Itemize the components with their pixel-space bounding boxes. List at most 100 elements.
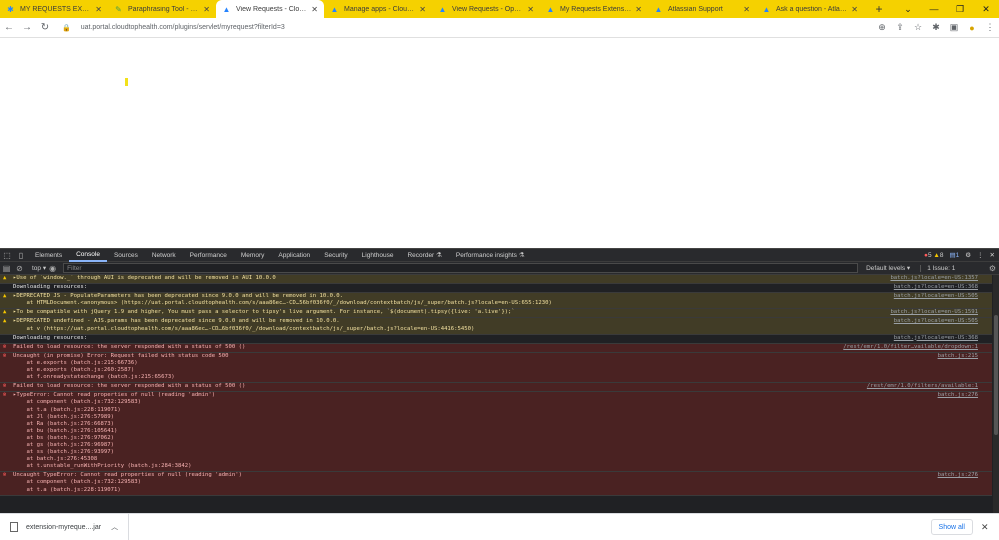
error-count-badge[interactable]: ●5 ▲8 (924, 252, 943, 259)
close-tab-icon[interactable]: ✕ (743, 5, 750, 14)
share-icon[interactable]: ⇪ (891, 22, 909, 33)
source-link[interactable]: batch.js:215 (938, 353, 978, 360)
settings-gear-icon[interactable]: ⚙ (965, 251, 971, 259)
console-message: ▲ ▸DEPRECATED undefined - AJS.params has … (0, 318, 992, 335)
browser-tab[interactable]: ▲ Atlassian Support ✕ (648, 0, 756, 18)
devtools-tab[interactable]: Security (317, 249, 354, 262)
browser-tab[interactable]: ▲ My Requests Extension fo✕ (540, 0, 648, 18)
devtools-tab[interactable]: Elements (28, 249, 69, 262)
info-count-badge[interactable]: ▤1 (949, 251, 959, 259)
console-message-text: ▸DEPRECATED undefined - AJS.params has b… (13, 318, 475, 332)
filter-input[interactable]: Filter (63, 263, 859, 273)
browser-tab[interactable]: ▲ View Requests - Cloudtop✕ (216, 0, 324, 18)
new-tab-button[interactable]: + (870, 2, 888, 16)
warning-icon: ▲ (3, 318, 7, 325)
back-icon[interactable]: ← (0, 22, 18, 33)
issues-badge[interactable]: 1 Issue: 1 (920, 264, 955, 272)
sidebar-toggle-icon[interactable]: ▤ (0, 264, 13, 273)
console-message-text: Downloading resources: (13, 334, 88, 341)
close-tab-icon[interactable]: ✕ (311, 5, 318, 14)
devtools-tab[interactable]: Sources (107, 249, 145, 262)
source-link[interactable]: batch.js:276 (938, 392, 978, 399)
devtools-tab[interactable]: Performance (183, 249, 234, 262)
atlassian-icon: ▲ (222, 4, 231, 14)
devtools-tab[interactable]: Recorder ⚗ (400, 249, 448, 262)
tab-title: Paraphrasing Tool - QuillBot (128, 5, 200, 13)
source-link[interactable]: batch.js?locale=en-US:505 (894, 293, 978, 300)
source-link[interactable]: batch.js?locale=en-US:1357 (890, 275, 978, 282)
show-all-button[interactable]: Show all (930, 519, 973, 535)
warning-icon: ▲ (3, 293, 7, 300)
console-scrollbar[interactable] (993, 275, 999, 513)
browser-tab[interactable]: ✱ MY REQUESTS EXTENSION✕ (0, 0, 108, 18)
source-link[interactable]: batch.js:276 (938, 472, 978, 479)
console-message: ▲ ▸DEPRECATED JS - PopulateParameters has… (0, 293, 992, 310)
clear-console-icon[interactable]: ⊘ (13, 264, 26, 273)
browser-tab[interactable]: ▲ Ask a question - Atlassian ✕ (756, 0, 864, 18)
console-message: ⊗ Uncaught (in promise) Error: Request fa… (0, 352, 992, 384)
devtools-tab[interactable]: Memory (234, 249, 271, 262)
sidepanel-icon[interactable]: ▣ (945, 22, 963, 33)
zoom-icon[interactable]: ⊕ (873, 22, 891, 33)
devtools-tab[interactable]: Performance insights ⚗ (449, 249, 532, 262)
context-selector[interactable]: top ▾ (32, 264, 46, 272)
download-item[interactable]: extension-myreque....jar ︿ (10, 513, 130, 540)
close-devtools-icon[interactable]: ✕ (990, 251, 995, 259)
quillbot-icon: ✎ (115, 4, 122, 14)
browser-tab[interactable]: ✎ Paraphrasing Tool - QuillBot✕ (108, 0, 216, 18)
devtools-tab[interactable]: Network (145, 249, 183, 262)
close-download-bar-icon[interactable]: ✕ (981, 522, 995, 533)
browser-tab[interactable]: ▲ Manage apps - Cloudtop ✕ (324, 0, 432, 18)
tab-title: Manage apps - Cloudtop (344, 5, 417, 13)
minimize-icon[interactable]: — (921, 4, 947, 14)
reload-icon[interactable]: ↻ (36, 22, 54, 33)
extensions-icon[interactable]: ✱ (927, 22, 945, 33)
forward-icon[interactable]: → (18, 22, 36, 33)
tab-search-icon[interactable]: ⌄ (895, 4, 921, 15)
devtools-tab[interactable]: Console (69, 249, 107, 262)
console-message: ▲ ▸Use of `window._` through AUI is depre… (0, 275, 992, 285)
url-field[interactable]: 🔒 uat.portal.cloudtophealth.com/plugins/… (62, 20, 873, 36)
close-tab-icon[interactable]: ✕ (419, 5, 426, 14)
source-link[interactable]: batch.js?locale=en-US:505 (894, 318, 978, 325)
tab-title: View Requests - Cloudtop (236, 5, 308, 13)
close-tab-icon[interactable]: ✕ (95, 5, 102, 14)
close-tab-icon[interactable]: ✕ (527, 5, 534, 14)
profile-avatar-icon[interactable]: ● (963, 23, 981, 33)
browser-tab[interactable]: ▲ View Requests - Open - Se✕ (432, 0, 540, 18)
devtools-status: ●5 ▲8 ▤1 ⚙ ⋮ ✕ (924, 251, 999, 260)
error-icon: ⊗ (3, 343, 7, 350)
console-settings-icon[interactable]: ⚙ (986, 264, 999, 273)
more-options-icon[interactable]: ⋮ (977, 251, 984, 259)
close-window-icon[interactable]: ✕ (973, 4, 999, 15)
console-message-text: Uncaught (in promise) Error: Request fai… (13, 352, 229, 381)
console-message-text: ▸TypeError: Cannot read properties of nu… (13, 392, 216, 470)
source-link[interactable]: batch.js?locale=en-US:368 (894, 284, 978, 291)
warning-icon: ▲ (3, 309, 7, 316)
devtools-tabs: ⬚ ▯ Elements Console Sources Network Perform… (0, 249, 999, 262)
live-expression-eye-icon[interactable]: ◉ (46, 264, 59, 273)
devtools-tab[interactable]: Application (271, 249, 317, 262)
tab-title: My Requests Extension fo (560, 5, 633, 13)
bookmark-star-icon[interactable]: ☆ (909, 22, 927, 33)
source-link[interactable]: /rest/emr/1.0/filters/available:1 (867, 383, 978, 390)
device-toolbar-icon[interactable]: ▯ (14, 251, 28, 260)
menu-icon[interactable]: ⋮ (981, 22, 999, 33)
inspect-element-icon[interactable]: ⬚ (0, 251, 14, 260)
console-message: ⊗ ▸TypeError: Cannot read properties of n… (0, 392, 992, 473)
error-icon: ⊗ (3, 392, 7, 399)
default-levels-dropdown[interactable]: Default levels ▾ (866, 264, 910, 272)
source-link[interactable]: batch.js?locale=en-US:1591 (890, 309, 978, 316)
text-cursor (125, 78, 128, 86)
chevron-up-icon[interactable]: ︿ (111, 522, 118, 532)
console-message-text: Failed to load resource: the server resp… (13, 343, 246, 350)
maximize-icon[interactable]: ❐ (947, 4, 973, 15)
lock-icon[interactable]: 🔒 (62, 24, 71, 32)
source-link[interactable]: /rest/emr/1.0/filter…vailable/dropdown:1 (843, 344, 978, 351)
devtools-tab[interactable]: Lighthouse (355, 249, 401, 262)
console-message: ⊗ Failed to load resource: the server res… (0, 383, 992, 393)
close-tab-icon[interactable]: ✕ (203, 5, 210, 14)
source-link[interactable]: batch.js?locale=en-US:368 (894, 335, 978, 342)
close-tab-icon[interactable]: ✕ (851, 5, 858, 14)
close-tab-icon[interactable]: ✕ (635, 5, 642, 14)
